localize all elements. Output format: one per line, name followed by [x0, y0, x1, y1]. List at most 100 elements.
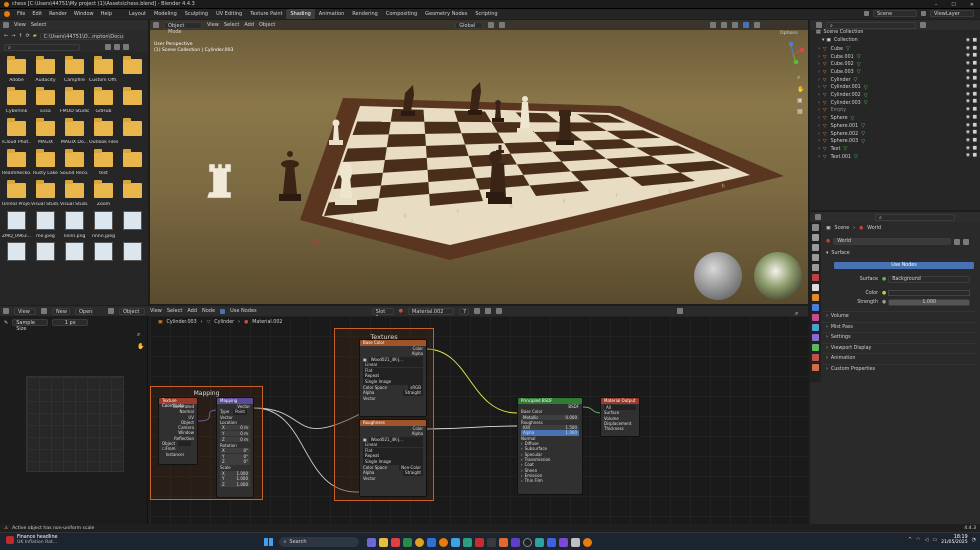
material-users-count[interactable]: 7	[459, 307, 470, 315]
image-canvas-area[interactable]	[26, 376, 124, 472]
parent-dir-icon[interactable]: ↑	[18, 33, 22, 39]
mapping-loc-field[interactable]: X 0 m	[220, 425, 250, 431]
taskbar-app-19-icon[interactable]	[582, 537, 592, 547]
canvas-zoom-icon[interactable]: ⌕	[795, 310, 798, 318]
shader-type-dropdown[interactable]: Object	[119, 307, 145, 315]
file-item[interactable]: Campfire	[60, 55, 89, 86]
visibility-eye-icon[interactable]: ◉	[966, 123, 970, 128]
tab-shading[interactable]: Shading	[286, 9, 315, 19]
roughness-texture-node[interactable]: Roughness Color Alpha ▣ Wood021_4K-J... Linea…	[359, 419, 427, 497]
file-item[interactable]	[89, 241, 118, 272]
expand-icon[interactable]: ›	[818, 101, 820, 106]
alpha-mode-dropdown[interactable]: Straight	[403, 470, 423, 476]
fake-user-icon[interactable]	[954, 238, 961, 245]
zoom-icon[interactable]: ⌕	[797, 74, 804, 82]
file-item[interactable]	[60, 241, 89, 272]
tab-compositing[interactable]: Compositing	[382, 9, 421, 19]
file-item[interactable]	[118, 117, 147, 148]
texture-option-dropdown[interactable]: Linear	[363, 441, 423, 448]
unlink-world-icon[interactable]	[963, 238, 970, 245]
render-tab-icon[interactable]	[812, 234, 819, 241]
file-item[interactable]: me.jpeg	[31, 210, 60, 241]
use-nodes-button[interactable]: Use Nodes	[834, 262, 974, 269]
tool-tab-icon[interactable]	[812, 224, 819, 231]
taskbar-app-2-icon[interactable]	[378, 537, 388, 547]
close-icon[interactable]: ✕	[970, 2, 974, 8]
file-item[interactable]: Essa	[31, 86, 60, 117]
menu-help[interactable]: Help	[101, 11, 112, 17]
file-item[interactable]: FMOD Studio	[60, 86, 89, 117]
unreal-icon[interactable]	[522, 537, 532, 547]
principled-bsdf-node[interactable]: Principled BSDF BSDF Base Color Metallic…	[517, 397, 583, 495]
file-item[interactable]	[118, 55, 147, 86]
taskbar-search-box[interactable]: ⌕ Search	[278, 537, 359, 547]
outliner-row[interactable]: › ▽ Text ▽ ◉ ■	[818, 146, 978, 154]
node-editor-type-icon[interactable]	[3, 308, 9, 314]
render-camera-icon[interactable]: ■	[972, 115, 977, 120]
visibility-eye-icon[interactable]: ◉	[966, 115, 970, 120]
outliner-row[interactable]: › ▽ Cube ▽ ◉ ■	[818, 46, 978, 54]
expand-icon[interactable]: ›	[818, 78, 820, 83]
volume-icon[interactable]: ◁	[925, 537, 929, 543]
properties-editor-icon[interactable]	[815, 214, 821, 220]
proportional-icon[interactable]	[499, 22, 506, 28]
expand-icon[interactable]: ›	[818, 93, 820, 98]
transform-orientation-dropdown[interactable]: Global	[455, 21, 484, 29]
outliner-row[interactable]: › ▽ Cube.001 ▽ ◉ ■	[818, 53, 978, 61]
expand-icon[interactable]: ▾	[822, 38, 824, 43]
mapping-scl-field[interactable]: Y 1.000	[220, 476, 250, 482]
notification-bell-icon[interactable]: ◔	[972, 537, 976, 543]
object-tab-icon[interactable]	[812, 294, 819, 301]
refresh-icon[interactable]: ⟳	[26, 33, 30, 39]
file-item[interactable]: test	[89, 148, 118, 179]
render-camera-icon[interactable]: ■	[972, 138, 977, 143]
file-item[interactable]: iCloud Phot...	[2, 117, 31, 148]
file-item[interactable]: Adobe	[2, 55, 31, 86]
file-item[interactable]: Visual Studi...	[60, 179, 89, 210]
file-item[interactable]	[31, 241, 60, 272]
base-color-texture-node[interactable]: Base Color Color Alpha ▣ Wood021_4K-J... Line…	[359, 339, 427, 417]
render-camera-icon[interactable]: ■	[972, 92, 977, 97]
shading-material-icon[interactable]	[743, 22, 750, 28]
tab-uv-editing[interactable]: UV Editing	[212, 9, 246, 19]
outliner-row[interactable]: › ▽ Sphere.002 ▽ ◉ ■	[818, 130, 978, 138]
menu-window[interactable]: Window	[74, 11, 94, 17]
mapping-rot-field[interactable]: Y 0°	[220, 453, 250, 459]
property-panel-header[interactable]: › Custom Properties	[822, 363, 976, 375]
render-camera-icon[interactable]: ■	[972, 107, 977, 112]
taskbar-app-15-icon[interactable]	[534, 537, 544, 547]
tab-sculpting[interactable]: Sculpting	[181, 9, 212, 19]
file-item[interactable]: nnnn.png	[60, 210, 89, 241]
render-camera-icon[interactable]: ■	[972, 146, 977, 151]
texture-option-dropdown[interactable]: Single Image	[363, 379, 423, 385]
visibility-eye-icon[interactable]: ◉	[966, 153, 970, 158]
tab-rendering[interactable]: Rendering	[348, 9, 382, 19]
visibility-eye-icon[interactable]: ◉	[966, 130, 970, 135]
mapping-loc-field[interactable]: Z 0 m	[220, 436, 250, 443]
render-camera-icon[interactable]: ■	[972, 61, 977, 66]
outliner-row[interactable]: › ▽ Cylinder.003 ▽ ◉ ■	[818, 99, 978, 107]
expand-icon[interactable]: ›	[818, 155, 820, 160]
file-item[interactable]	[118, 148, 147, 179]
new-folder-icon[interactable]: ▰	[33, 33, 37, 39]
render-camera-icon[interactable]: ■	[972, 153, 977, 158]
outliner-row[interactable]: › ▽ Sphere.003 ▽ ◉ ■	[818, 138, 978, 146]
sort-icon[interactable]	[123, 44, 129, 50]
pin-icon[interactable]	[677, 308, 684, 314]
forward-icon[interactable]: →	[11, 33, 15, 39]
ortho-toggle-icon[interactable]: ▦	[797, 108, 804, 115]
visibility-eye-icon[interactable]: ◉	[966, 61, 970, 66]
expand-icon[interactable]: ›	[818, 124, 820, 129]
outliner-search-input[interactable]: ⌕	[826, 21, 916, 29]
outliner-row[interactable]: › ▽ Sphere ▽ ◉ ■	[818, 115, 978, 123]
material-name-field[interactable]: Material.002	[408, 307, 455, 315]
visibility-eye-icon[interactable]: ◉	[966, 99, 970, 104]
texture-option-dropdown[interactable]: Single Image	[363, 459, 423, 465]
maximize-icon[interactable]: ☐	[951, 2, 955, 8]
texture-option-dropdown[interactable]: Linear	[363, 361, 423, 368]
file-item[interactable]: Visual Studi...	[31, 179, 60, 210]
image-editor-view-menu[interactable]: View	[14, 307, 36, 315]
node-tree-type-icon[interactable]	[108, 308, 114, 314]
surface-panel-header[interactable]: ▾ Surface	[826, 251, 850, 256]
file-item[interactable]	[118, 241, 147, 272]
